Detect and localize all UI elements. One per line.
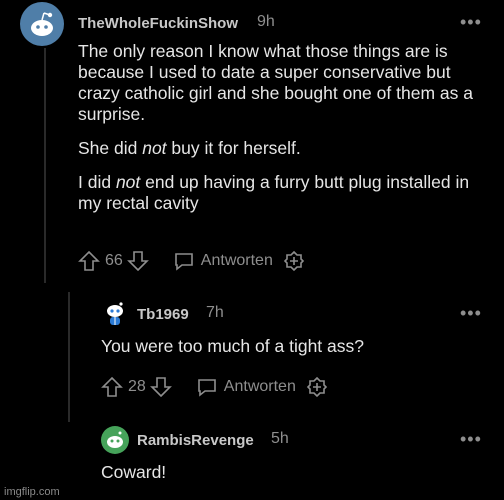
snoo-icon [31,12,53,36]
more-options-icon[interactable]: ••• [460,304,482,322]
comment-timestamp: 9h [257,13,275,30]
avatar-icon[interactable] [20,2,64,46]
more-options-icon[interactable]: ••• [460,430,482,448]
comment-timestamp: 7h [206,304,224,321]
downvote-icon[interactable] [126,250,149,272]
more-options-icon[interactable]: ••• [460,13,482,31]
comment-body: Coward! [101,462,167,482]
downvote-icon[interactable] [149,376,172,398]
comment-body: You were too much of a tight ass? [101,336,364,356]
comment-timestamp: 5h [271,430,289,447]
comment-paragraph: She did not buy it for herself. [78,138,301,158]
reply-button[interactable]: Antworten [224,378,296,396]
thread-line-main [44,48,46,283]
reply-button[interactable]: Antworten [201,252,273,270]
comment-username[interactable]: Tb1969 [137,306,189,323]
comment-paragraph: I did not end up having a furry butt plu… [78,172,470,213]
avatar-icon[interactable] [101,426,129,454]
vote-count: 28 [128,378,146,395]
upvote-icon[interactable] [101,376,123,398]
upvote-icon[interactable] [78,250,100,272]
vote-count: 66 [105,252,123,269]
comment-username[interactable]: TheWholeFuckinShow [78,15,238,32]
award-icon[interactable] [283,250,305,272]
comment-body: The only reason I know what those things… [78,41,478,227]
award-icon[interactable] [306,376,328,398]
reply-icon[interactable] [196,376,218,398]
avatar-icon[interactable] [103,302,127,328]
comment-username[interactable]: RambisRevenge [137,432,254,449]
comment-paragraph: The only reason I know what those things… [78,41,473,124]
comment-actions: 28 Antworten [101,376,328,398]
snoo-icon [107,431,123,448]
reply-icon[interactable] [173,250,195,272]
snoo-icon [107,302,123,325]
thread-line-reply [68,292,70,422]
watermark: imgflip.com [4,486,60,498]
comment-actions: 66 Antworten [78,250,305,272]
